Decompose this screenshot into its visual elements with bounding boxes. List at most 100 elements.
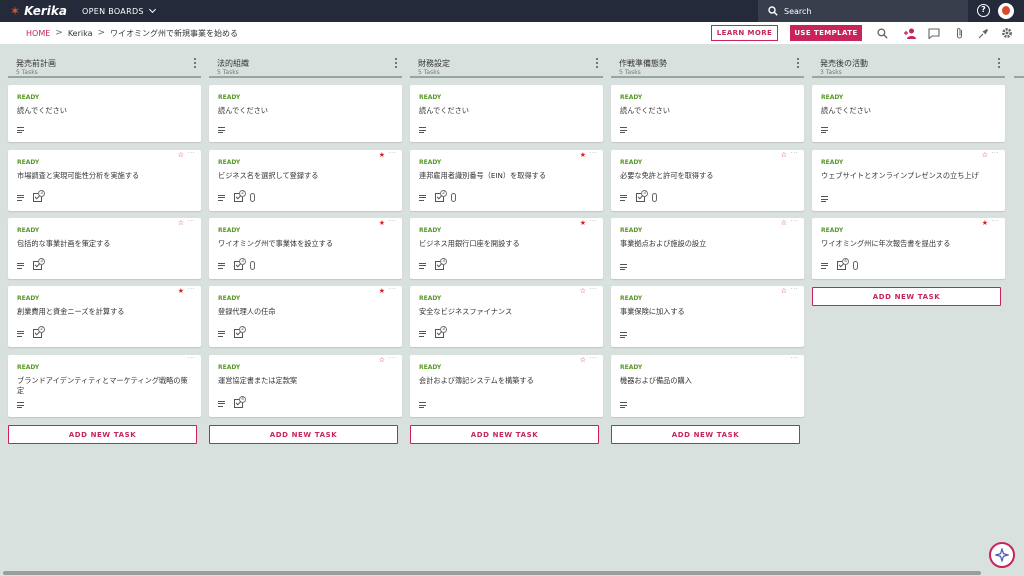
card-more-icon[interactable]: ···	[389, 286, 396, 293]
column-menu-icon[interactable]	[997, 58, 1001, 69]
star-icon[interactable]: ☆	[580, 356, 586, 364]
attachment-icon[interactable]	[952, 26, 966, 40]
use-template-button[interactable]: USE TEMPLATE	[790, 25, 862, 41]
column-title[interactable]: 発売後の活動	[820, 58, 868, 69]
task-card[interactable]: READY 読んでください	[410, 85, 603, 142]
task-card[interactable]: READY 読んでください	[611, 85, 804, 142]
star-icon[interactable]: ★	[379, 287, 385, 295]
star-icon[interactable]: ★	[982, 219, 988, 227]
column-menu-icon[interactable]	[595, 58, 599, 69]
task-card[interactable]: READY 連邦雇用者識別番号（EIN）を取得する ★ ··· 2	[410, 150, 603, 211]
avatar[interactable]	[998, 3, 1014, 19]
task-status: READY	[620, 94, 643, 101]
task-title: 連邦雇用者識別番号（EIN）を取得する	[419, 171, 547, 180]
task-card[interactable]: READY ブランドアイデンティティとマーケティング戦略の策定 ···	[8, 355, 201, 417]
star-icon[interactable]: ☆	[178, 219, 184, 227]
card-more-icon[interactable]: ···	[992, 218, 999, 225]
card-more-icon[interactable]: ···	[590, 150, 597, 157]
description-icon	[620, 127, 627, 133]
card-more-icon[interactable]: ···	[791, 218, 798, 225]
card-more-icon[interactable]: ···	[389, 218, 396, 225]
column-menu-icon[interactable]	[193, 58, 197, 69]
star-icon[interactable]: ★	[379, 151, 385, 159]
task-card[interactable]: READY 事業保険に加入する ☆ ···	[611, 286, 804, 347]
task-status: READY	[218, 227, 241, 234]
star-icon[interactable]: ☆	[178, 151, 184, 159]
card-more-icon[interactable]: ···	[188, 286, 195, 293]
column-title[interactable]: 法的組織	[217, 58, 249, 69]
add-member-icon[interactable]	[903, 26, 917, 40]
task-card[interactable]: READY 安全なビジネスファイナンス ☆ ··· 3	[410, 286, 603, 347]
task-card[interactable]: READY ビジネス用銀行口座を開設する ★ ··· 3	[410, 218, 603, 279]
task-card[interactable]: READY 読んでください	[209, 85, 402, 142]
column-header: 法的組織 5 Tasks	[209, 44, 402, 78]
learn-more-button[interactable]: LEARN MORE	[711, 25, 778, 41]
star-icon[interactable]: ★	[580, 219, 586, 227]
card-more-icon[interactable]: ···	[590, 218, 597, 225]
task-card[interactable]: READY 機器および備品の購入 ···	[611, 355, 804, 417]
task-card[interactable]: READY ワイオミング州で事業体を設立する ★ ··· 3	[209, 218, 402, 279]
star-icon[interactable]: ☆	[379, 356, 385, 364]
breadcrumb-team[interactable]: Kerika	[68, 29, 93, 38]
column-title[interactable]: 財務設定	[418, 58, 450, 69]
help-icon[interactable]: ?	[977, 4, 990, 17]
star-icon[interactable]: ★	[178, 287, 184, 295]
pin-icon[interactable]	[976, 26, 990, 40]
task-card[interactable]: READY 事業拠点および施設の設立 ☆ ···	[611, 218, 804, 279]
card-more-icon[interactable]: ···	[188, 150, 195, 157]
add-new-task-button[interactable]: ADD NEW TASK	[8, 425, 197, 444]
search-board-icon[interactable]	[875, 26, 889, 40]
task-card[interactable]: READY 読んでください	[8, 85, 201, 142]
star-icon[interactable]: ★	[379, 219, 385, 227]
card-more-icon[interactable]: ···	[188, 218, 195, 225]
card-more-icon[interactable]: ···	[791, 286, 798, 293]
add-new-task-button[interactable]: ADD NEW TASK	[611, 425, 800, 444]
task-card[interactable]: READY ワイオミング州に年次報告書を提出する ★ ··· 4	[812, 218, 1005, 279]
add-new-task-button[interactable]: ADD NEW TASK	[209, 425, 398, 444]
task-card[interactable]: READY ウェブサイトとオンラインプレゼンスの立ち上げ ☆ ···	[812, 150, 1005, 211]
star-icon[interactable]: ☆	[781, 219, 787, 227]
add-new-task-button[interactable]: ADD NEW TASK	[410, 425, 599, 444]
task-card[interactable]: READY 市場調査と実現可能性分析を実施する ☆ ··· 3	[8, 150, 201, 211]
task-card[interactable]: READY 必要な免許と許可を取得する ☆ ··· 3	[611, 150, 804, 211]
star-icon[interactable]: ☆	[982, 151, 988, 159]
kerika-logo[interactable]: ✶ Kerika	[10, 4, 72, 18]
column-menu-icon[interactable]	[394, 58, 398, 69]
task-title: ワイオミング州に年次報告書を提出する	[821, 239, 951, 248]
card-more-icon[interactable]: ···	[791, 355, 798, 362]
settings-icon[interactable]	[1000, 26, 1014, 40]
card-more-icon[interactable]: ···	[590, 286, 597, 293]
search-icon	[768, 6, 778, 16]
add-new-task-button[interactable]: ADD NEW TASK	[812, 287, 1001, 306]
open-boards-menu[interactable]: OPEN BOARDS	[82, 5, 156, 16]
task-card[interactable]: READY 登録代理人の任命 ★ ··· 2	[209, 286, 402, 347]
card-more-icon[interactable]: ···	[389, 150, 396, 157]
star-icon[interactable]: ★	[580, 151, 586, 159]
column-title[interactable]: 作戦準備態勢	[619, 58, 667, 69]
star-icon[interactable]: ☆	[781, 287, 787, 295]
search-box[interactable]: Search	[758, 0, 968, 22]
card-more-icon[interactable]: ···	[992, 150, 999, 157]
chat-icon[interactable]	[927, 26, 941, 40]
task-card[interactable]: READY 読んでください	[812, 85, 1005, 142]
card-more-icon[interactable]: ···	[590, 355, 597, 362]
checklist-count: 2	[440, 190, 447, 197]
assistant-button[interactable]	[989, 542, 1015, 568]
description-icon	[419, 194, 426, 201]
column-menu-icon[interactable]	[796, 58, 800, 69]
task-card[interactable]: READY 創業費用と資金ニーズを計算する ★ ··· 2	[8, 286, 201, 347]
breadcrumb-home[interactable]: HOME	[26, 29, 50, 38]
horizontal-scrollbar[interactable]	[3, 571, 981, 575]
task-card[interactable]: READY 運営協定書または定款案 ☆ ··· 4	[209, 355, 402, 417]
card-more-icon[interactable]: ···	[389, 355, 396, 362]
task-card[interactable]: READY 包括的な事業計画を策定する ☆ ··· 3	[8, 218, 201, 279]
task-card[interactable]: READY 会計および簿記システムを構築する ☆ ···	[410, 355, 603, 417]
star-icon[interactable]: ☆	[580, 287, 586, 295]
description-icon	[17, 194, 24, 201]
card-more-icon[interactable]: ···	[791, 150, 798, 157]
star-icon[interactable]: ☆	[781, 151, 787, 159]
column-title[interactable]: 発売前計画	[16, 58, 56, 69]
task-card[interactable]: READY ビジネス名を選択して登録する ★ ··· 2	[209, 150, 402, 211]
task-status: READY	[620, 159, 643, 166]
card-more-icon[interactable]: ···	[188, 355, 195, 362]
